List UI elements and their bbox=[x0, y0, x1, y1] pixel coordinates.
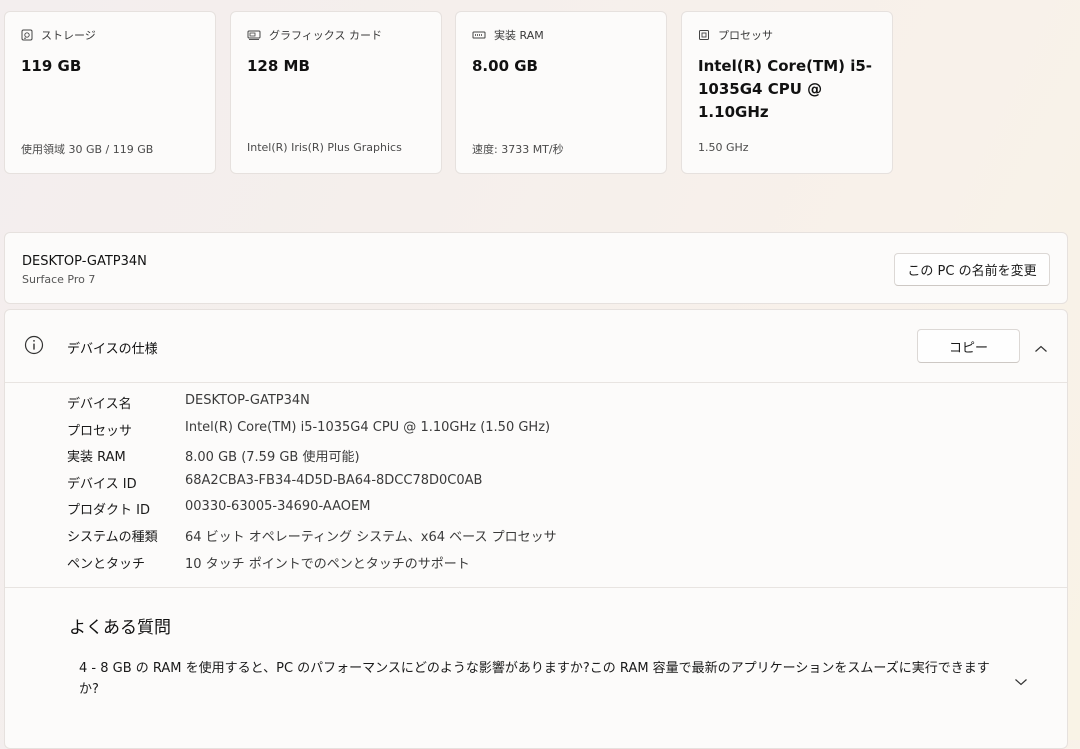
spec-row-value: 10 タッチ ポイントでのペンとタッチのサポート bbox=[185, 556, 470, 572]
chevron-up-icon[interactable] bbox=[1034, 339, 1048, 358]
spec-row-label: プロセッサ bbox=[67, 423, 133, 439]
faq-question[interactable]: 4 - 8 GB の RAM を使用すると、PC のパフォーマンスにどのような影… bbox=[79, 658, 1004, 700]
spec-card-subtitle: Intel(R) Iris(R) Plus Graphics bbox=[247, 141, 402, 154]
divider bbox=[5, 382, 1067, 383]
spec-row-value: 68A2CBA3-FB34-4D5D-BA64-8DCC78D0C0AB bbox=[185, 472, 483, 488]
spec-card-header: グラフィックス カード bbox=[247, 27, 382, 43]
spec-card-header: プロセッサ bbox=[698, 27, 773, 43]
spec-card-subtitle: 使用領域 30 GB / 119 GB bbox=[21, 143, 154, 156]
spec-card-value: 119 GB bbox=[21, 57, 82, 75]
spec-card-title: 実装 RAM bbox=[494, 29, 544, 42]
spec-row-value: 00330-63005-34690-AAOEM bbox=[185, 499, 371, 515]
pc-model: Surface Pro 7 bbox=[22, 273, 96, 286]
chevron-down-icon[interactable] bbox=[1014, 672, 1028, 691]
spec-card-value: 8.00 GB bbox=[472, 57, 538, 75]
spec-row-label: デバイス ID bbox=[67, 476, 137, 492]
spec-card-subtitle: 1.50 GHz bbox=[698, 141, 749, 154]
graphics-card-icon bbox=[247, 29, 261, 41]
device-specs-header[interactable]: デバイスの仕様 コピー bbox=[5, 310, 1067, 382]
spec-card-value: 128 MB bbox=[247, 57, 310, 75]
spec-card-title: プロセッサ bbox=[718, 29, 773, 42]
spec-row-label: システムの種類 bbox=[67, 529, 158, 545]
storage-icon bbox=[21, 29, 33, 41]
spec-card-value: Intel(R) Core(TM) i5-1035G4 CPU @ 1.10GH… bbox=[698, 57, 873, 121]
device-specs-panel: デバイスの仕様 コピー デバイス名 DESKTOP-GATP34N プロセッサ … bbox=[4, 309, 1068, 749]
spec-row-value: 64 ビット オペレーティング システム、x64 ベース プロセッサ bbox=[185, 529, 557, 545]
spec-card-title: ストレージ bbox=[41, 29, 96, 42]
spec-row-label: デバイス名 bbox=[67, 397, 132, 412]
spec-row-label: 実装 RAM bbox=[67, 450, 126, 466]
pc-name-card: DESKTOP-GATP34N Surface Pro 7 この PC の名前を… bbox=[4, 232, 1068, 304]
copy-button[interactable]: コピー bbox=[917, 329, 1020, 363]
spec-card-header: ストレージ bbox=[21, 27, 96, 43]
spec-row-value: 8.00 GB (7.59 GB 使用可能) bbox=[185, 450, 360, 466]
rename-pc-button[interactable]: この PC の名前を変更 bbox=[894, 253, 1050, 286]
divider bbox=[5, 587, 1067, 588]
pc-name: DESKTOP-GATP34N bbox=[22, 254, 147, 269]
device-specs-title: デバイスの仕様 bbox=[67, 342, 158, 357]
spec-row-value: Intel(R) Core(TM) i5-1035G4 CPU @ 1.10GH… bbox=[185, 419, 551, 435]
storage-card: ストレージ 119 GB 使用領域 30 GB / 119 GB bbox=[4, 11, 216, 174]
processor-card: プロセッサ Intel(R) Core(TM) i5-1035G4 CPU @ … bbox=[681, 11, 893, 174]
ram-card: 実装 RAM 8.00 GB 速度: 3733 MT/秒 bbox=[455, 11, 667, 174]
spec-row-label: ペンとタッチ bbox=[67, 556, 146, 572]
spec-card-title: グラフィックス カード bbox=[269, 29, 382, 42]
info-icon bbox=[24, 335, 44, 359]
spec-row-label: プロダクト ID bbox=[67, 503, 150, 519]
faq-title: よくある質問 bbox=[69, 618, 171, 638]
spec-card-subtitle: 速度: 3733 MT/秒 bbox=[472, 143, 564, 156]
processor-icon bbox=[698, 29, 710, 41]
spec-card-header: 実装 RAM bbox=[472, 27, 544, 43]
spec-row-value: DESKTOP-GATP34N bbox=[185, 393, 310, 408]
graphics-card-card: グラフィックス カード 128 MB Intel(R) Iris(R) Plus… bbox=[230, 11, 442, 174]
ram-icon bbox=[472, 29, 486, 41]
